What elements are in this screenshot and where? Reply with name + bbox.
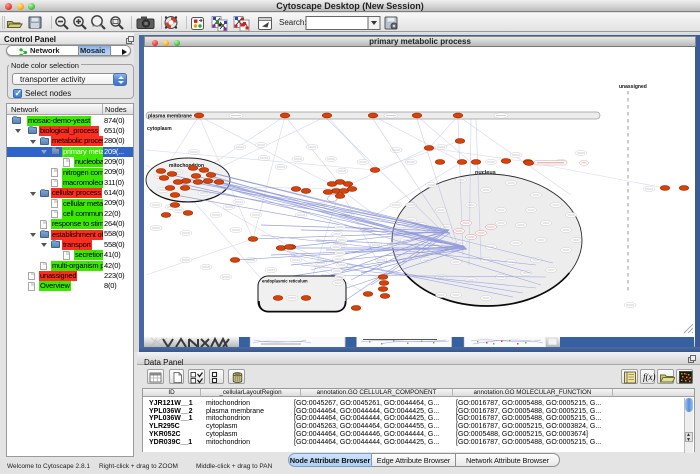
svg-text:plasma membrane: plasma membrane [148, 114, 192, 120]
svg-text:f(x): f(x) [643, 372, 656, 382]
svg-text:endoplasmic reticulum: endoplasmic reticulum [262, 279, 308, 284]
svg-text:mitochondrion: mitochondrion [169, 163, 204, 169]
svg-text:unassigned: unassigned [619, 84, 647, 90]
svg-text:cytoplasm: cytoplasm [147, 126, 172, 132]
